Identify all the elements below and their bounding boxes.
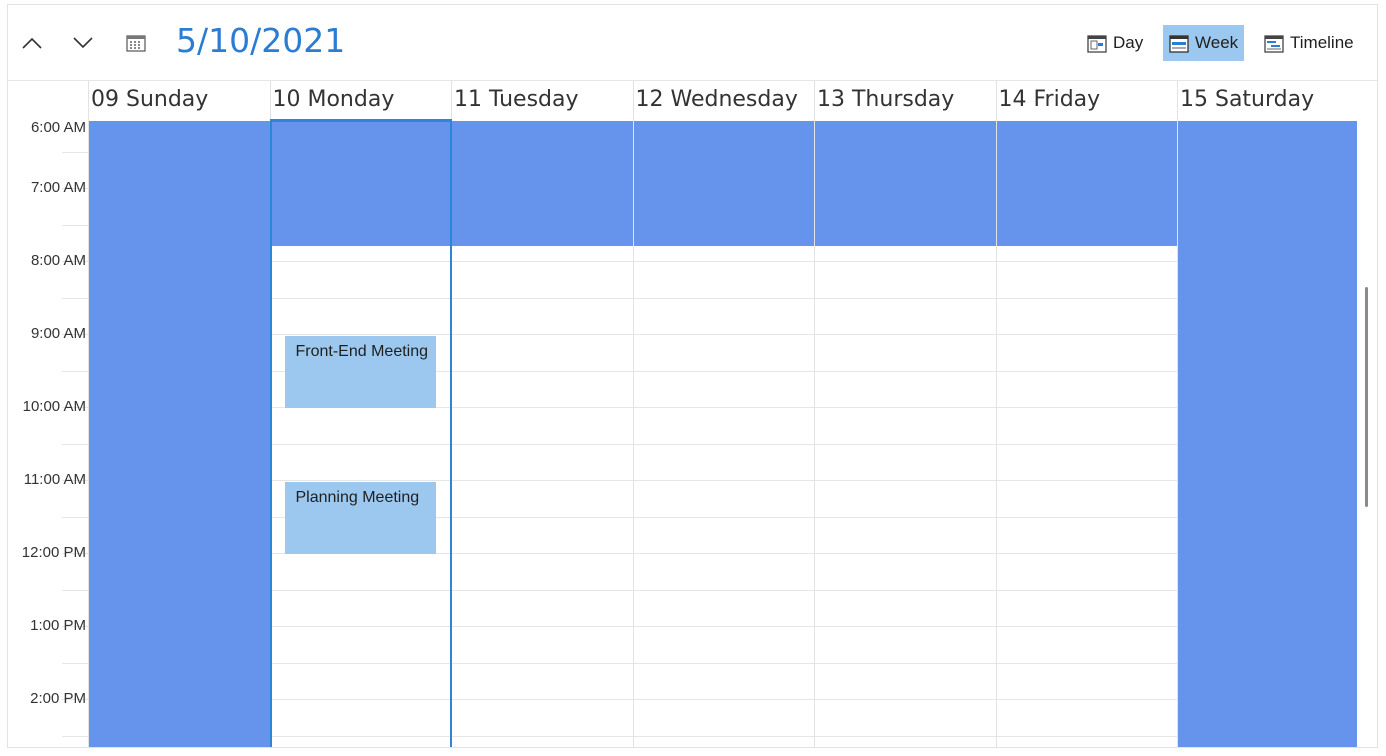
next-button[interactable] <box>65 27 101 59</box>
time-label: 10:00 AM <box>22 398 86 415</box>
current-date-title[interactable]: 5/10/2021 <box>176 21 345 60</box>
calendar-week-icon <box>1169 34 1189 53</box>
nonworking-hours <box>995 121 1177 247</box>
day-column-divider <box>632 121 634 747</box>
calendar-icon <box>126 35 146 52</box>
day-column-divider <box>88 121 89 747</box>
nonworking-hours <box>451 121 633 247</box>
day-header[interactable]: 09 Sunday <box>88 81 270 121</box>
scrollbar-thumb[interactable] <box>1365 287 1368 507</box>
day-header[interactable]: 14 Friday <box>995 81 1178 121</box>
view-timeline-label: Timeline <box>1290 33 1354 52</box>
view-timeline-button[interactable]: Timeline <box>1258 25 1360 61</box>
day-column-divider <box>269 121 271 747</box>
day-column-divider <box>1177 121 1178 747</box>
nonworking-hours <box>88 121 270 747</box>
time-label: 8:00 AM <box>30 252 86 269</box>
day-column-divider <box>451 121 452 747</box>
view-day-label: Day <box>1113 33 1144 52</box>
appointment[interactable]: Front-End Meeting <box>284 336 436 408</box>
vertical-scrollbar[interactable] <box>1357 121 1377 747</box>
appointment[interactable]: Planning Meeting <box>284 482 436 554</box>
day-header[interactable]: 10 Monday <box>269 81 452 121</box>
nonworking-hours <box>269 121 451 247</box>
chevron-up-icon <box>22 37 42 49</box>
time-label: 9:00 AM <box>30 325 86 342</box>
view-week-button[interactable]: Week <box>1163 25 1245 61</box>
day-column-divider <box>995 121 997 747</box>
nonworking-hours <box>1177 121 1359 747</box>
time-grid[interactable]: 6:00 AM 7:00 AM 8:00 AM 9:00 AM 10:00 AM 11:0… <box>8 119 1360 747</box>
toolbar: 5/10/2021 Day Week Timeline <box>8 5 1377 81</box>
time-label: 7:00 AM <box>30 179 86 196</box>
view-day-button[interactable]: Day <box>1081 25 1149 61</box>
day-header[interactable]: 12 Wednesday <box>632 81 815 121</box>
nonworking-hours <box>814 121 996 247</box>
scheduler: 5/10/2021 Day Week Timeline 09 Sunday 10… <box>7 4 1378 748</box>
view-week-label: Week <box>1195 33 1239 52</box>
day-header[interactable]: 11 Tuesday <box>451 81 633 121</box>
day-header[interactable]: 15 Saturday <box>1177 81 1359 121</box>
calendar-day-icon <box>1087 34 1107 53</box>
time-label: 11:00 AM <box>23 471 86 488</box>
previous-button[interactable] <box>14 27 50 59</box>
day-header[interactable]: 13 Thursday <box>814 81 996 121</box>
time-label: 1:00 PM <box>30 617 86 634</box>
calendar-picker-button[interactable] <box>118 27 154 59</box>
nonworking-hours <box>632 121 814 247</box>
time-label: 12:00 PM <box>21 544 86 561</box>
calendar-timeline-icon <box>1264 34 1284 53</box>
chevron-down-icon <box>73 37 93 49</box>
time-label: 6:00 AM <box>30 119 86 136</box>
day-headers: 09 Sunday 10 Monday 11 Tuesday 12 Wednesday… <box>8 81 1377 121</box>
day-column-divider <box>814 121 815 747</box>
time-label: 2:00 PM <box>30 690 86 707</box>
